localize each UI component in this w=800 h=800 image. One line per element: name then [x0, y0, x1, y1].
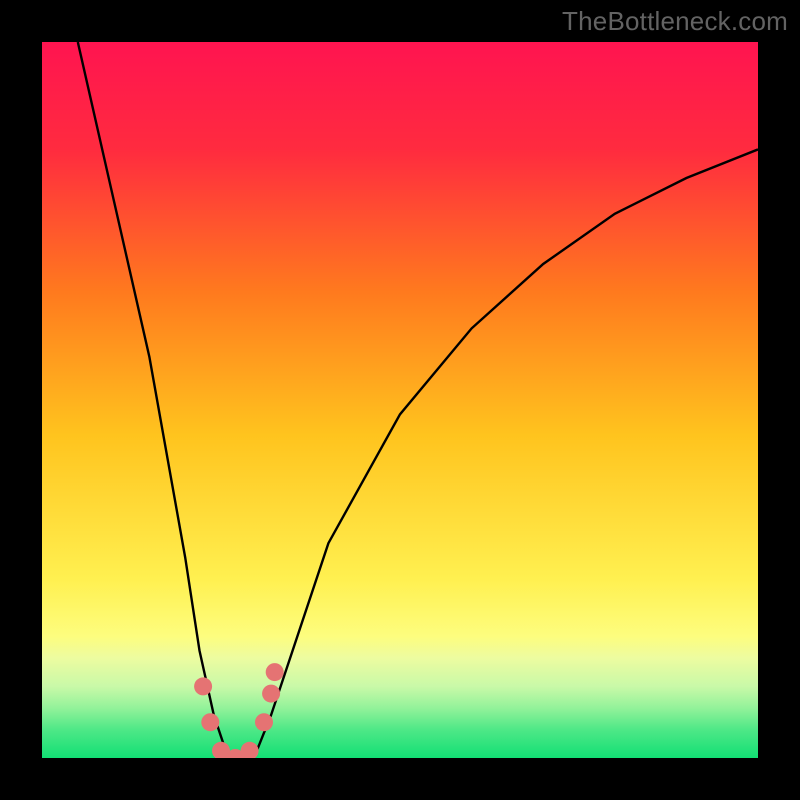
curve-markers — [194, 663, 284, 758]
watermark-text: TheBottleneck.com — [562, 6, 788, 37]
plot-area — [42, 42, 758, 758]
bottleneck-curve — [42, 42, 758, 758]
chart-frame: TheBottleneck.com — [0, 0, 800, 800]
curve-marker — [262, 685, 280, 703]
curve-marker — [241, 742, 259, 758]
curve-marker — [201, 713, 219, 731]
curve-path — [78, 42, 758, 758]
curve-marker — [266, 663, 284, 681]
curve-marker — [194, 677, 212, 695]
curve-marker — [255, 713, 273, 731]
